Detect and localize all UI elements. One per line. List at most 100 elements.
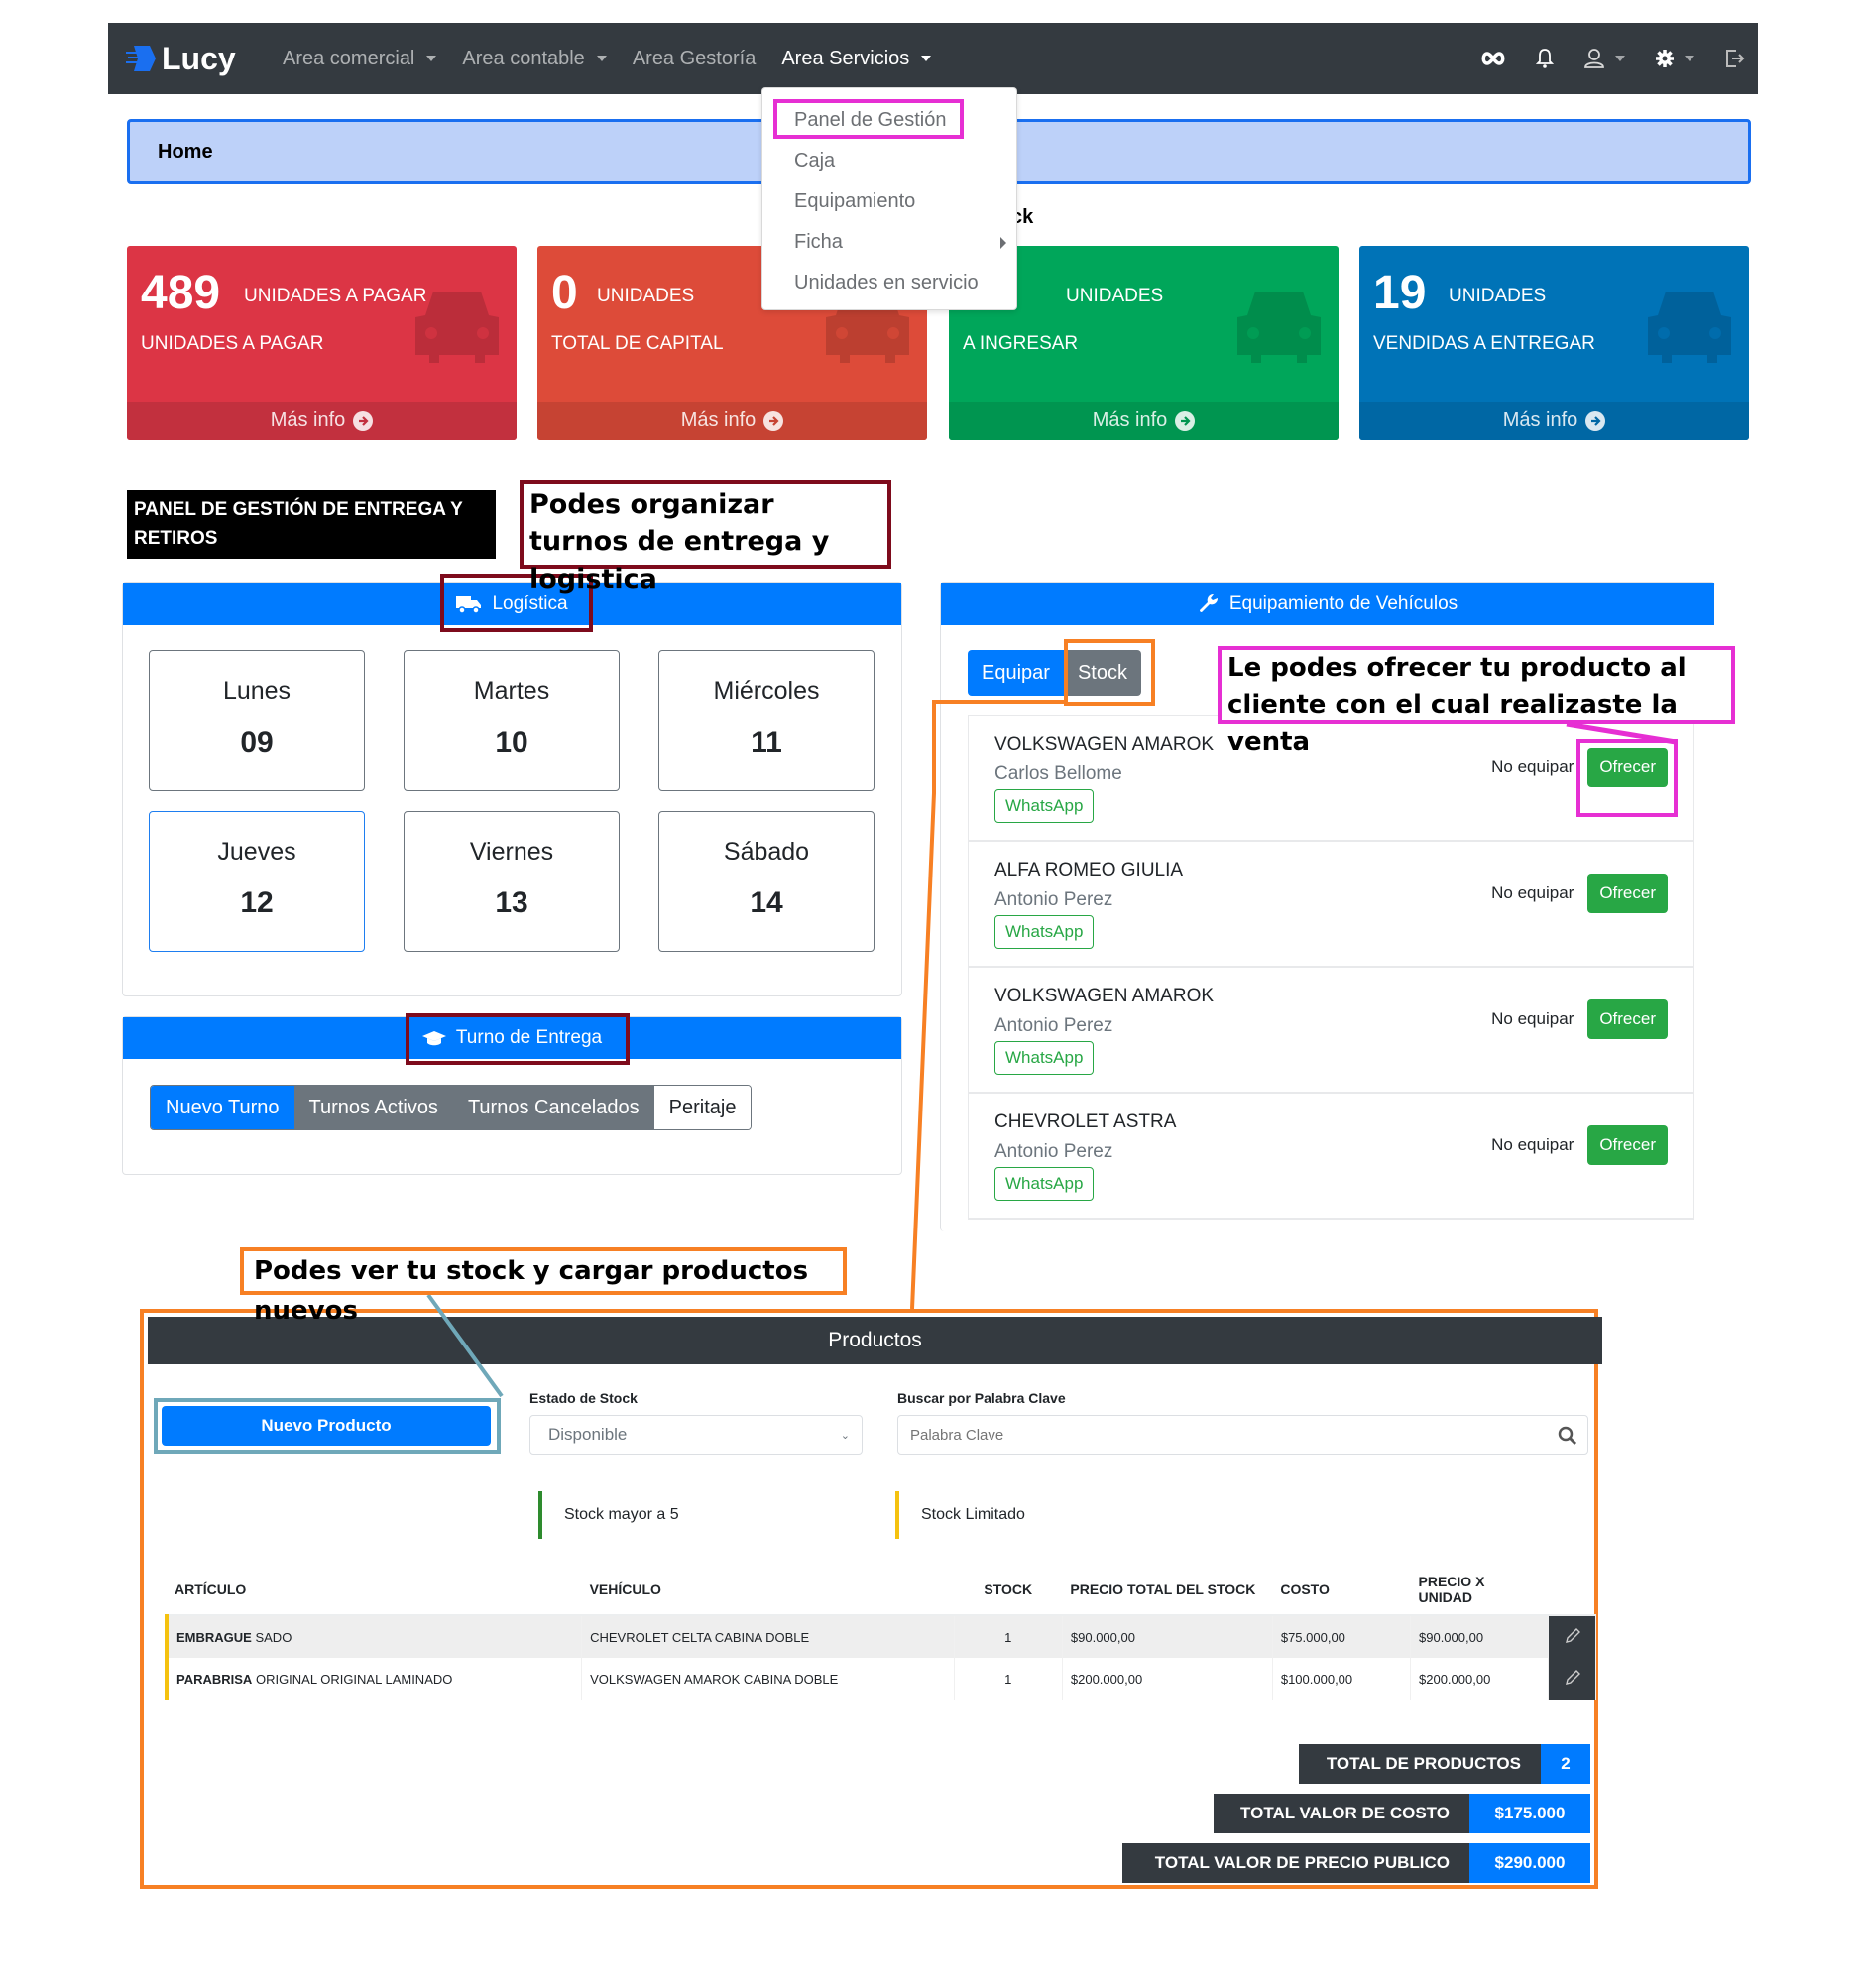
nuevo-producto-button[interactable]: Nuevo Producto	[162, 1406, 491, 1446]
day-card-lunes[interactable]: Lunes 09	[149, 650, 365, 791]
edit-button[interactable]	[1548, 1615, 1596, 1658]
peritaje-button[interactable]: Peritaje	[653, 1086, 752, 1129]
menu-item-caja[interactable]: Caja	[762, 141, 1016, 181]
mas-info-link[interactable]: Más info	[127, 402, 517, 440]
annotation-turnos: Podes organizar turnos de entrega y logi…	[520, 480, 891, 595]
menu-item-ficha[interactable]: Ficha	[762, 222, 1016, 263]
stat-unit: UNIDADES A PAGAR	[244, 286, 427, 306]
whatsapp-button[interactable]: WhatsApp	[994, 789, 1095, 823]
no-equipar-link[interactable]: No equipar	[1491, 1135, 1574, 1155]
search-input[interactable]	[910, 1426, 1505, 1444]
legend-stock-limitado: Stock Limitado	[895, 1491, 1025, 1539]
article-name-rest: SADO	[255, 1629, 292, 1645]
caret-right-icon	[1000, 236, 1006, 249]
whatsapp-button[interactable]: WhatsApp	[994, 1041, 1095, 1075]
brand-name: Lucy	[162, 40, 236, 76]
breadcrumb-home[interactable]: Home	[158, 141, 213, 164]
user-menu-button[interactable]	[1583, 48, 1625, 69]
caret-down-icon	[1685, 56, 1694, 61]
wrench-icon	[1199, 593, 1218, 612]
mas-info-label: Más info	[1092, 409, 1168, 431]
no-equipar-link[interactable]: No equipar	[1491, 883, 1574, 903]
mas-info-link[interactable]: Más info	[949, 402, 1339, 440]
day-card-viernes[interactable]: Viernes 13	[404, 811, 620, 952]
ofrecer-button[interactable]: Ofrecer	[1587, 748, 1668, 787]
menu-item-label: Ficha	[794, 231, 843, 253]
day-name: Miércoles	[713, 677, 820, 705]
day-number: 14	[750, 886, 783, 919]
total-label: TOTAL VALOR DE COSTO	[1214, 1794, 1469, 1833]
vehicle-list: VOLKSWAGEN AMAROK Carlos Bellome WhatsAp…	[968, 715, 1694, 1220]
nav-icons	[1480, 23, 1746, 94]
brand-logo[interactable]: Lucy	[126, 41, 236, 76]
mas-info-label: Más info	[1502, 409, 1578, 431]
settings-menu-button[interactable]	[1655, 49, 1694, 68]
ofrecer-button[interactable]: Ofrecer	[1587, 874, 1668, 913]
menu-item-panel-de-gestion[interactable]: Panel de Gestión	[762, 100, 1016, 141]
whatsapp-button[interactable]: WhatsApp	[994, 1167, 1095, 1201]
menu-item-unidades-en-servicio[interactable]: Unidades en servicio	[762, 263, 1016, 303]
nav-label: Area Gestoría	[632, 47, 757, 69]
notifications-button[interactable]	[1536, 48, 1554, 69]
turnos-activos-button[interactable]: Turnos Activos	[293, 1086, 453, 1129]
vehicle-actions: No equipar Ofrecer	[1491, 748, 1668, 787]
arrow-right-circle-icon	[1585, 410, 1606, 431]
stat-value: 19	[1373, 267, 1427, 319]
col-costo: COSTO	[1272, 1565, 1411, 1616]
stat-unit: UNIDADES	[1449, 286, 1547, 306]
nav-links: Area comercial Area contable Area Gestor…	[270, 23, 944, 94]
logout-button[interactable]	[1724, 48, 1746, 69]
estado-stock-select[interactable]: Disponible ⌄	[529, 1415, 863, 1455]
total-label: TOTAL DE PRODUCTOS	[1299, 1744, 1541, 1784]
mas-info-label: Más info	[270, 409, 346, 431]
bell-icon	[1536, 49, 1554, 68]
mas-info-link[interactable]: Más info	[537, 402, 927, 440]
day-name: Lunes	[222, 677, 292, 705]
nav-label: Area Servicios	[781, 47, 910, 69]
annotation-stock: Podes ver tu stock y cargar productos nu…	[240, 1247, 847, 1326]
nav-area-contable[interactable]: Area contable	[449, 48, 619, 70]
day-number: 09	[240, 726, 274, 759]
edit-button[interactable]	[1548, 1658, 1596, 1700]
tab-equipar[interactable]: Equipar	[968, 650, 1064, 696]
legend-label: Stock Limitado	[921, 1506, 1025, 1523]
no-equipar-link[interactable]: No equipar	[1491, 1009, 1574, 1029]
logistica-panel: Logística Lunes 09 Martes 10 Miércoles 11 J…	[122, 582, 902, 996]
search-icon[interactable]	[1558, 1426, 1577, 1446]
nav-area-comercial[interactable]: Area comercial	[270, 48, 449, 70]
day-card-jueves[interactable]: Jueves 12	[149, 811, 365, 952]
cell-precio-unidad: $90.000,00	[1410, 1615, 1550, 1658]
vehicle-actions: No equipar Ofrecer	[1491, 1125, 1668, 1165]
logout-icon	[1726, 50, 1745, 67]
turnos-cancelados-button[interactable]: Turnos Cancelados	[452, 1086, 654, 1129]
day-card-martes[interactable]: Martes 10	[404, 650, 620, 791]
ofrecer-button[interactable]: Ofrecer	[1587, 1125, 1668, 1165]
nuevo-turno-button[interactable]: Nuevo Turno	[151, 1086, 294, 1129]
day-card-sabado[interactable]: Sábado 14	[658, 811, 875, 952]
cell-articulo: EMBRAGUE SADO	[165, 1615, 583, 1658]
stat-unit: UNIDADES	[597, 286, 695, 306]
section-title: PANEL DE GESTIÓN DE ENTREGA Y RETIROS	[127, 490, 496, 559]
stat-description: VENDIDAS A ENTREGAR	[1373, 333, 1595, 354]
col-actions	[1548, 1565, 1596, 1616]
equipamiento-tabs: Equipar Stock	[968, 650, 1141, 696]
menu-item-label: Unidades en servicio	[794, 272, 979, 293]
day-name: Jueves	[217, 838, 296, 866]
no-equipar-link[interactable]: No equipar	[1491, 758, 1574, 777]
mas-info-link[interactable]: Más info	[1359, 402, 1749, 440]
ofrecer-button[interactable]: Ofrecer	[1587, 999, 1668, 1039]
search-field	[897, 1415, 1588, 1455]
caret-down-icon	[426, 56, 437, 61]
infinity-button[interactable]	[1480, 52, 1506, 65]
cell-precio-unidad: $200.000,00	[1410, 1658, 1550, 1700]
vehicle-item: VOLKSWAGEN AMAROK Carlos Bellome WhatsAp…	[968, 715, 1694, 842]
cell-stock: 1	[954, 1658, 1063, 1700]
col-precio-unidad: PRECIO X UNIDAD	[1410, 1565, 1549, 1616]
nav-area-gestoria[interactable]: Area Gestoría	[620, 48, 769, 70]
tab-stock[interactable]: Stock	[1063, 650, 1141, 696]
table-row: EMBRAGUE SADO CHEVROLET CELTA CABINA DOB…	[165, 1615, 1596, 1658]
day-card-miercoles[interactable]: Miércoles 11	[658, 650, 875, 791]
menu-item-equipamiento[interactable]: Equipamiento	[762, 181, 1016, 222]
whatsapp-button[interactable]: WhatsApp	[994, 915, 1095, 949]
nav-area-servicios[interactable]: Area Servicios	[768, 48, 944, 70]
